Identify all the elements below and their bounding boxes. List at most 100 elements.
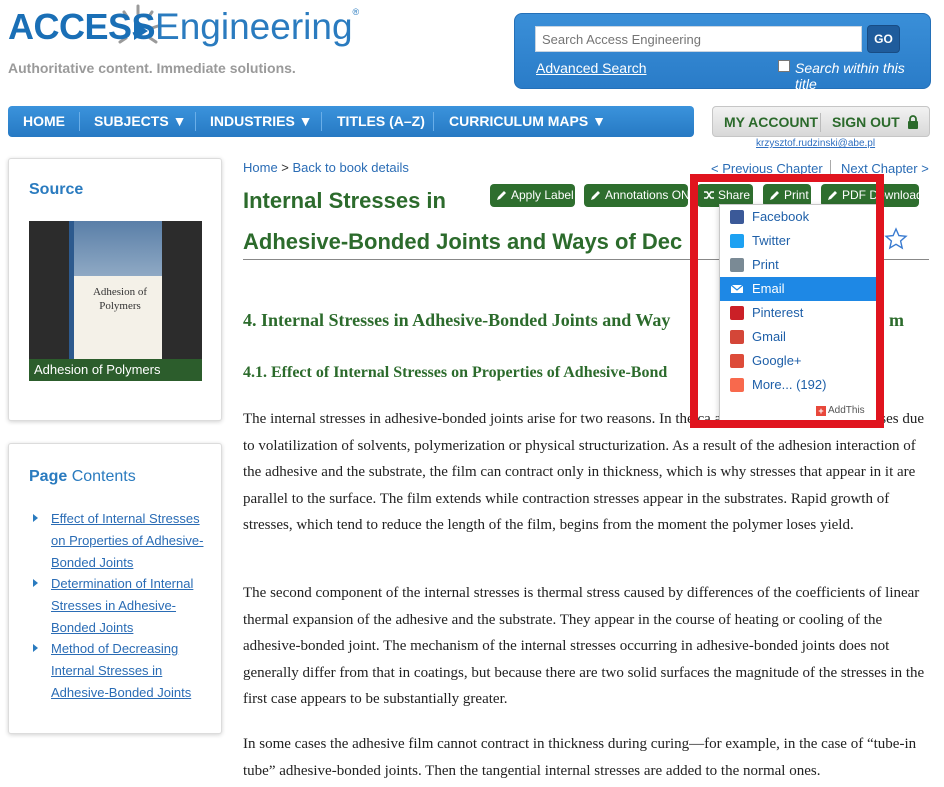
share-item-email[interactable]: Email xyxy=(720,277,876,301)
favorite-star-icon[interactable] xyxy=(884,227,908,251)
body-paragraph: In some cases the adhesive film cannot c… xyxy=(243,736,917,779)
nav-divider xyxy=(321,112,322,131)
page-contents-title-rest: Contents xyxy=(67,468,136,485)
page-contents-title: Page Contents xyxy=(29,468,136,486)
share-item-label: Print xyxy=(752,257,779,272)
share-dropdown: + AddThis Facebook Twitter Print Email Pinter… xyxy=(719,204,877,421)
source-panel: Source Adhesion of Polymers Adhesion of … xyxy=(8,158,222,421)
apply-label-button[interactable]: Apply Label xyxy=(490,184,575,207)
googleplus-icon xyxy=(730,354,744,368)
breadcrumb: Home > Back to book details xyxy=(243,160,409,175)
facebook-icon xyxy=(730,210,744,224)
annotations-text: Annotations ON xyxy=(605,188,690,202)
toc-link[interactable]: Method of Decreasing Internal Stresses i… xyxy=(51,638,211,704)
share-item-label: More... (192) xyxy=(752,377,827,392)
annotations-toggle-button[interactable]: Annotations ON xyxy=(584,184,690,207)
page-title-line2: Adhesive-Bonded Joints and Ways of Dec xyxy=(243,229,683,254)
search-panel: GO Advanced Search Search within this ti… xyxy=(514,13,931,92)
email-icon xyxy=(730,282,744,296)
page-contents-panel: Page Contents Effect of Internal Stresse… xyxy=(8,443,222,734)
account-bar: MY ACCOUNT SIGN OUT xyxy=(712,106,930,137)
toc-arrow-icon xyxy=(33,514,38,522)
search-within-title-label: Search within this title xyxy=(795,60,905,92)
logo-registered-mark: ® xyxy=(352,7,360,17)
nav-subjects[interactable]: SUBJECTS ▼ xyxy=(94,106,186,137)
search-input[interactable] xyxy=(535,26,862,52)
source-title: Source xyxy=(29,181,84,198)
pencil-icon xyxy=(591,191,600,200)
gmail-icon xyxy=(730,330,744,344)
logo-access-text: ACCESS xyxy=(8,6,156,47)
sign-out-button[interactable]: SIGN OUT xyxy=(832,107,900,137)
share-item-label: Facebook xyxy=(752,209,810,224)
logo-engineering-text: Engineering xyxy=(155,6,353,47)
body-paragraph: The internal stresses in adhesive-bonded… xyxy=(243,411,925,534)
next-chapter-link[interactable]: Next Chapter > xyxy=(841,161,929,176)
pinterest-icon xyxy=(730,306,744,320)
addthis-branding[interactable]: + AddThis xyxy=(816,405,865,416)
shuffle-icon xyxy=(704,191,714,199)
book-cover[interactable]: Adhesion of Polymers Adhesion of Polymer… xyxy=(29,221,202,381)
print-text: Print xyxy=(784,188,809,202)
my-account-button[interactable]: MY ACCOUNT xyxy=(724,107,818,137)
toc-arrow-icon xyxy=(33,579,38,587)
body-paragraph: The second component of the internal str… xyxy=(243,585,925,708)
logo-tagline: Authoritative content. Immediate solutio… xyxy=(8,60,296,76)
account-divider xyxy=(820,113,821,132)
share-item-facebook[interactable]: Facebook xyxy=(720,205,876,229)
book-cover-art: Adhesion of Polymers xyxy=(69,221,162,359)
nav-industries[interactable]: INDUSTRIES ▼ xyxy=(210,106,313,137)
print-icon xyxy=(730,258,744,272)
share-item-print[interactable]: Print xyxy=(720,253,876,277)
logo-wordmark: ACCESSEngineering® xyxy=(8,6,360,47)
pdf-download-text: PDF Download xyxy=(842,188,923,202)
book-caption[interactable]: Adhesion of Polymers xyxy=(29,359,202,381)
search-within-title-checkbox[interactable] xyxy=(778,60,790,72)
share-item-gmail[interactable]: Gmail xyxy=(720,325,876,349)
breadcrumb-separator: > xyxy=(277,160,293,175)
apply-label-text: Apply Label xyxy=(511,188,574,202)
share-item-pinterest[interactable]: Pinterest xyxy=(720,301,876,325)
breadcrumb-back-to-book[interactable]: Back to book details xyxy=(293,160,409,175)
previous-chapter-link[interactable]: < Previous Chapter xyxy=(711,161,823,176)
page-contents-title-bold: Page xyxy=(29,468,68,485)
share-item-googleplus[interactable]: Google+ xyxy=(720,349,876,373)
pencil-icon xyxy=(770,191,779,200)
subsection-heading: 4.1. Effect of Internal Stresses on Prop… xyxy=(243,364,668,381)
toc-link[interactable]: Effect of Internal Stresses on Propertie… xyxy=(51,508,211,574)
breadcrumb-home[interactable]: Home xyxy=(243,160,278,175)
pencil-icon xyxy=(497,191,506,200)
toc-link[interactable]: Determination of Internal Stresses in Ad… xyxy=(51,573,211,639)
advanced-search-link[interactable]: Advanced Search xyxy=(536,60,647,76)
lock-icon xyxy=(908,115,918,129)
twitter-icon xyxy=(730,234,744,248)
toc-arrow-icon xyxy=(33,644,38,652)
share-item-more[interactable]: More... (192) xyxy=(720,373,876,397)
share-item-label: Pinterest xyxy=(752,305,804,320)
nav-divider xyxy=(79,112,80,131)
nav-home[interactable]: HOME xyxy=(23,106,65,137)
book-cover-banner xyxy=(69,221,162,276)
search-go-button[interactable]: GO xyxy=(867,25,900,53)
addthis-icon: + xyxy=(816,406,826,416)
book-cover-title: Adhesion of Polymers xyxy=(92,286,148,312)
nav-curriculum-maps[interactable]: CURRICULUM MAPS ▼ xyxy=(449,106,606,137)
book-cover-spine xyxy=(69,221,74,359)
user-email-link[interactable]: krzysztof.rudzinski@abe.pl xyxy=(756,138,875,149)
chapter-nav-divider xyxy=(830,160,831,176)
share-item-label: Twitter xyxy=(752,233,791,248)
pencil-icon xyxy=(828,191,837,200)
nav-divider xyxy=(195,112,196,131)
share-item-label: Gmail xyxy=(752,329,786,344)
share-item-label: Email xyxy=(752,281,785,296)
share-text: Share xyxy=(718,188,751,202)
addthis-label: AddThis xyxy=(828,405,865,416)
section-heading: 4. Internal Stresses in Adhesive-Bonded … xyxy=(243,310,671,330)
site-logo[interactable]: ACCESSEngineering® Authoritative content… xyxy=(8,2,368,82)
section-heading-tail: m xyxy=(889,310,904,330)
share-item-twitter[interactable]: Twitter xyxy=(720,229,876,253)
nav-titles[interactable]: TITLES (A–Z) xyxy=(337,106,425,137)
more-icon xyxy=(730,378,744,392)
share-item-label: Google+ xyxy=(752,353,802,368)
main-nav: HOME SUBJECTS ▼ INDUSTRIES ▼ TITLES (A–Z… xyxy=(8,106,694,137)
